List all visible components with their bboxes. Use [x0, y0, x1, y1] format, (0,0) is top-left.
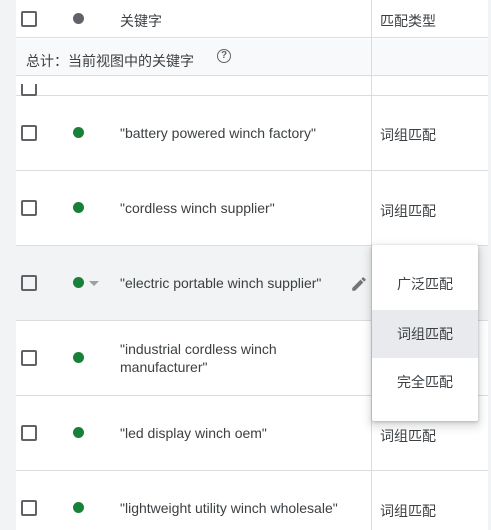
- match-type-cell[interactable]: 词组匹配: [380, 125, 436, 145]
- row-checkbox[interactable]: [21, 350, 37, 366]
- row-checkbox[interactable]: [21, 425, 37, 441]
- row-checkbox[interactable]: [21, 84, 37, 96]
- match-type-cell[interactable]: 词组匹配: [380, 501, 436, 521]
- menu-item-broad-match[interactable]: 广泛匹配: [372, 260, 478, 308]
- match-type-cell[interactable]: 词组匹配: [380, 426, 436, 446]
- select-all-checkbox[interactable]: [21, 11, 37, 27]
- summary-label: 总计：当前视图中的关键字: [26, 53, 194, 69]
- help-icon[interactable]: ?: [217, 49, 231, 63]
- status-enabled-icon[interactable]: [73, 352, 84, 363]
- status-dropdown-icon[interactable]: [89, 281, 99, 286]
- status-enabled-icon[interactable]: [73, 502, 84, 513]
- row-checkbox[interactable]: [21, 125, 37, 141]
- keyword-text[interactable]: "lightweight utility winch wholesale": [120, 499, 355, 517]
- keyword-text[interactable]: "battery powered winch factory": [120, 124, 355, 142]
- match-type-menu: 广泛匹配 词组匹配 完全匹配: [372, 245, 478, 421]
- keyword-column-header[interactable]: 关键字: [120, 11, 162, 31]
- keyword-text[interactable]: "led display winch oem": [120, 424, 355, 442]
- table-row-partial: [16, 77, 488, 96]
- status-enabled-icon[interactable]: [73, 277, 84, 288]
- edit-pencil-icon[interactable]: [350, 275, 368, 293]
- left-gutter: [0, 0, 16, 530]
- status-enabled-icon[interactable]: [73, 202, 84, 213]
- row-checkbox[interactable]: [21, 200, 37, 216]
- match-type-column-header[interactable]: 匹配类型: [380, 11, 436, 31]
- status-enabled-icon[interactable]: [73, 427, 84, 438]
- status-header-icon[interactable]: [73, 13, 84, 24]
- menu-item-exact-match[interactable]: 完全匹配: [372, 358, 478, 406]
- keyword-text[interactable]: "industrial cordless winch manufacturer": [120, 340, 320, 376]
- keyword-text[interactable]: "electric portable winch supplier": [120, 274, 355, 292]
- row-checkbox[interactable]: [21, 275, 37, 291]
- keyword-text[interactable]: "cordless winch supplier": [120, 199, 355, 217]
- match-type-cell[interactable]: 词组匹配: [380, 201, 436, 221]
- menu-item-phrase-match[interactable]: 词组匹配: [372, 310, 478, 358]
- row-checkbox[interactable]: [21, 500, 37, 516]
- status-enabled-icon[interactable]: [73, 127, 84, 138]
